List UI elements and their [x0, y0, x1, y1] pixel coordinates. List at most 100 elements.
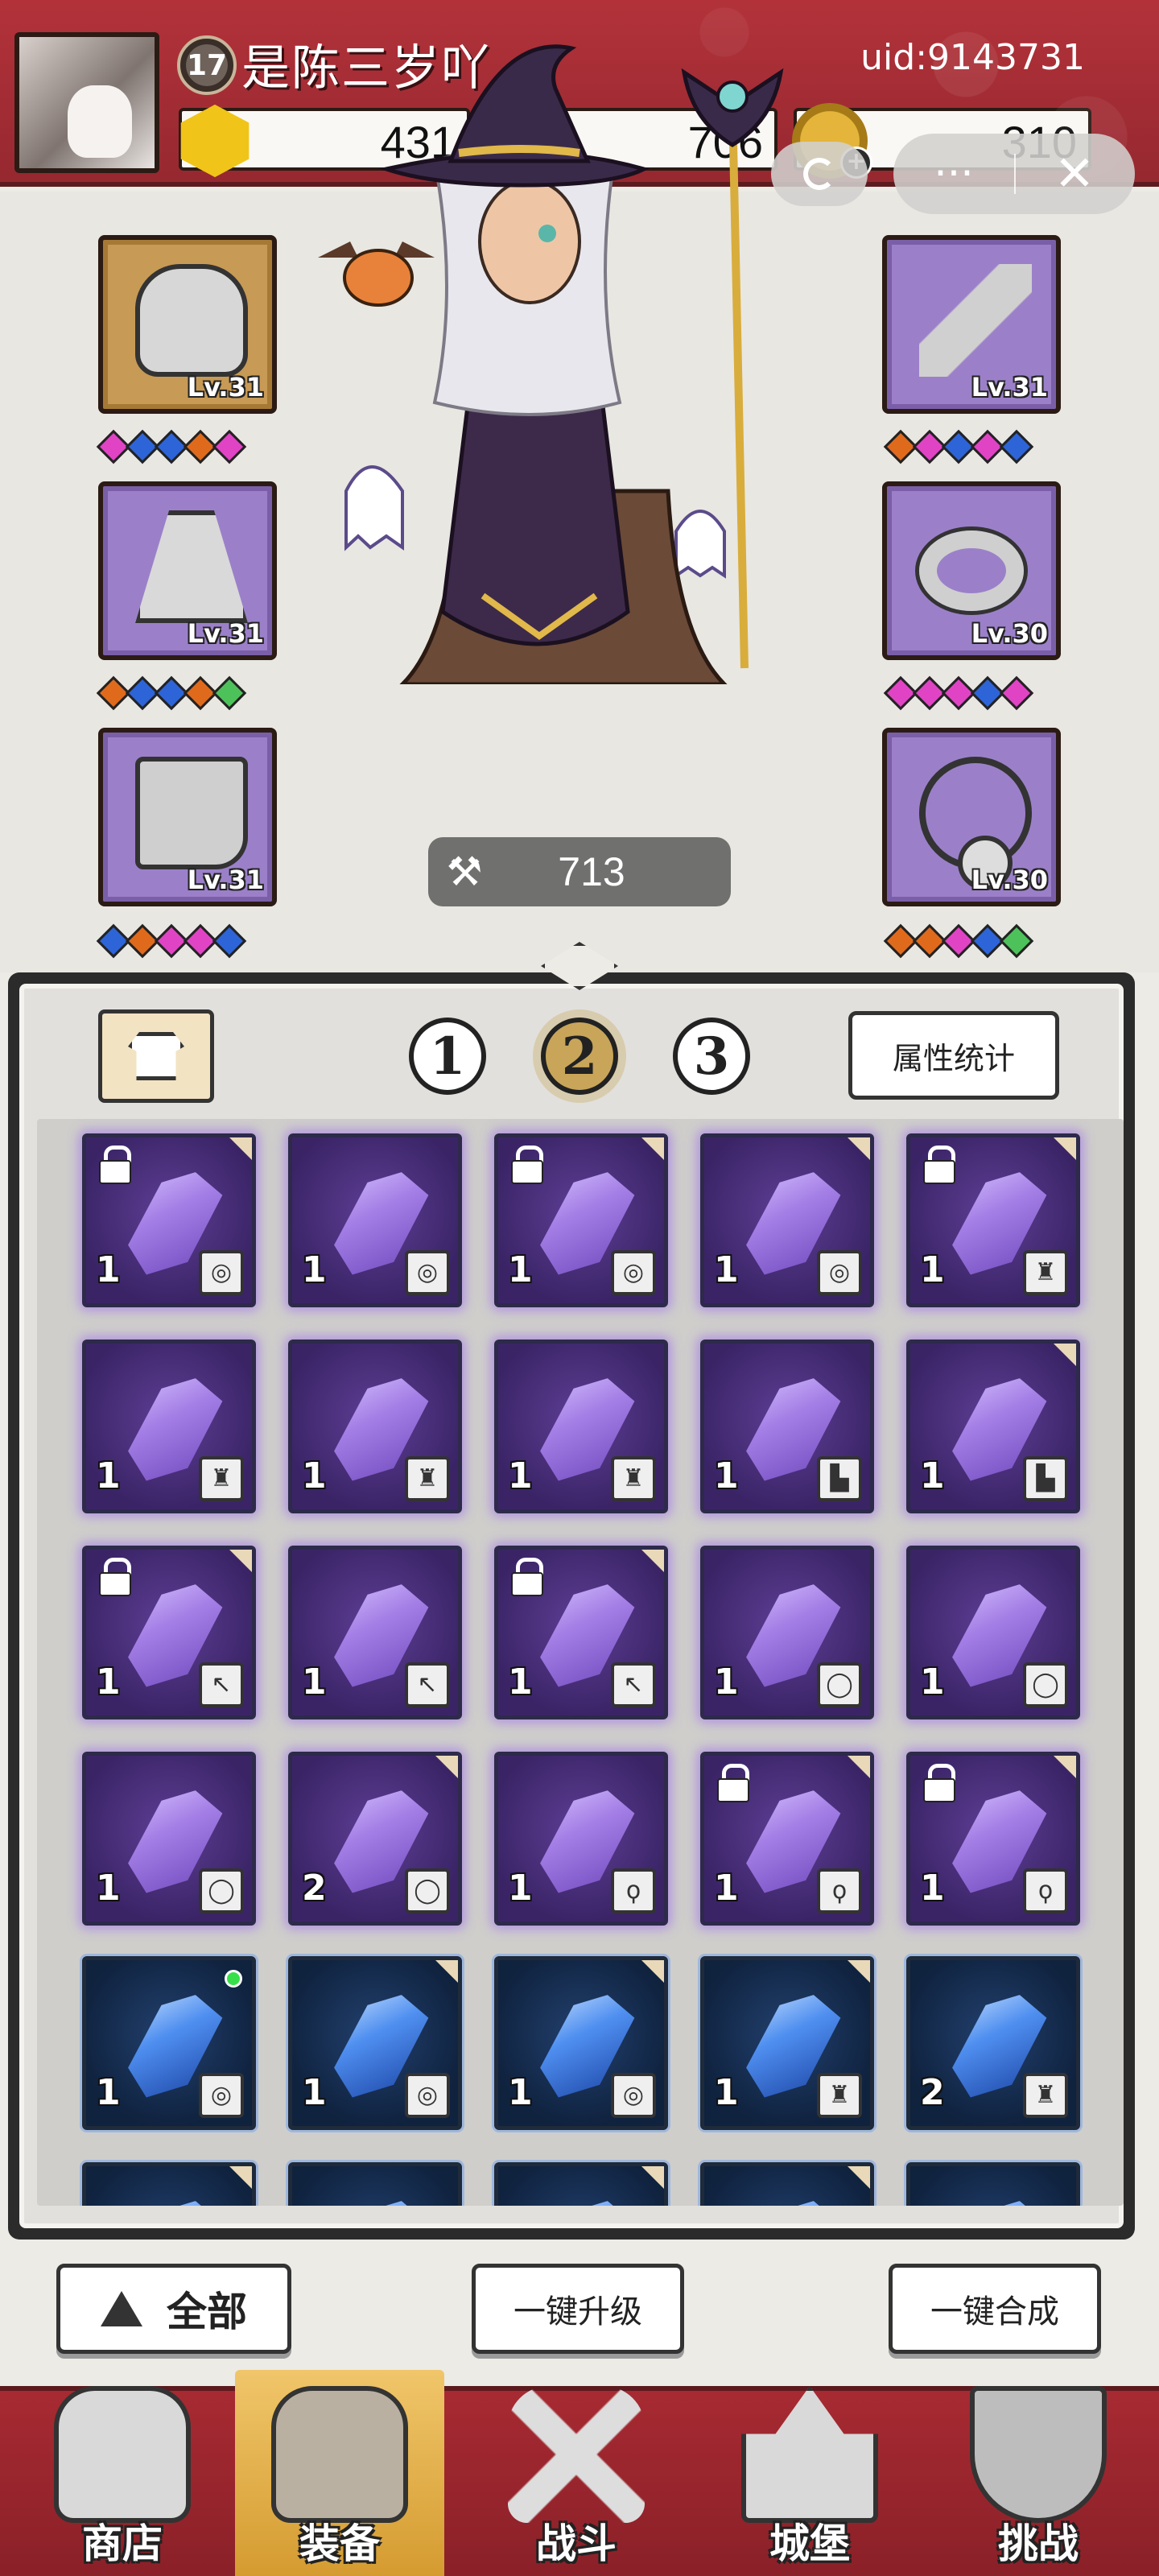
- inventory-cell[interactable]: 1 ♜: [82, 1340, 256, 1513]
- shirt-icon: [128, 1032, 184, 1080]
- equip-level: Lv.30: [971, 618, 1048, 649]
- lock-icon[interactable]: [716, 1764, 749, 1802]
- attribute-stats-button[interactable]: 属性统计: [848, 1011, 1059, 1100]
- helmet-icon: ◎: [611, 1250, 656, 1295]
- inventory-cell[interactable]: 1 ◎: [494, 1956, 668, 2130]
- nav-shop[interactable]: 商店: [18, 2370, 227, 2576]
- inventory-cell[interactable]: 1ϙ: [906, 1752, 1080, 1926]
- helmet-icon: ◎: [405, 1250, 450, 1295]
- page-tab-3[interactable]: 3: [673, 1018, 750, 1095]
- page-tab-2[interactable]: 2: [541, 1018, 618, 1095]
- nav-challenge[interactable]: 挑战: [934, 2370, 1143, 2576]
- close-icon[interactable]: ✕: [1016, 146, 1133, 202]
- more-menu-button[interactable]: ···: [893, 150, 1014, 198]
- lock-icon[interactable]: [922, 1764, 955, 1802]
- item-quantity: 1: [714, 2072, 739, 2113]
- cape-icon: ♜: [1023, 2073, 1068, 2118]
- equip-slot-necklace[interactable]: Lv.30: [882, 728, 1061, 906]
- corner-tab: [641, 1137, 664, 1160]
- appearance-button[interactable]: [98, 1009, 214, 1103]
- helmet-icon: ◎: [199, 2073, 244, 2118]
- inventory-cell[interactable]: [494, 2162, 668, 2206]
- necklace-icon: ϙ: [1023, 1868, 1068, 1913]
- equip-slot-boots[interactable]: Lv.31: [98, 728, 277, 906]
- page-tab-1[interactable]: 1: [409, 1018, 486, 1095]
- inventory-cell[interactable]: 1 ◎: [700, 1133, 874, 1307]
- item-quantity: 1: [508, 1249, 533, 1290]
- shield-icon: [970, 2386, 1107, 2523]
- cape-icon: [135, 510, 248, 623]
- crystal-icon: [732, 2186, 852, 2206]
- item-quantity: 1: [920, 1249, 945, 1290]
- inventory-cell[interactable]: 1 ◎: [82, 1133, 256, 1307]
- inventory-cell[interactable]: 1 ◯: [906, 1546, 1080, 1719]
- new-indicator: [225, 1970, 242, 1988]
- inventory-cell[interactable]: 1 ◎: [82, 1956, 256, 2130]
- lock-icon[interactable]: [509, 1146, 543, 1184]
- inventory-cell[interactable]: 2 ♜: [906, 1956, 1080, 2130]
- nav-equipment[interactable]: 装备: [235, 2370, 444, 2576]
- cape-icon: ♜: [1023, 1250, 1068, 1295]
- lock-icon[interactable]: [509, 1558, 543, 1596]
- item-quantity: 1: [96, 1662, 121, 1703]
- equip-slot-wand[interactable]: Lv.31: [882, 235, 1061, 414]
- corner-tab: [848, 2166, 870, 2189]
- nav-battle[interactable]: 战斗: [472, 2370, 681, 2576]
- equip-slot-helmet[interactable]: Lv.31: [98, 235, 277, 414]
- nav-label: 挑战: [998, 2520, 1079, 2567]
- ring-icon: ◯: [405, 1868, 450, 1913]
- inventory-cell[interactable]: 1 ◎: [288, 1956, 462, 2130]
- inventory-cell[interactable]: 1 ◎: [288, 1133, 462, 1307]
- wand-icon: [919, 264, 1032, 377]
- upgrade-all-button[interactable]: 一键升级: [472, 2264, 684, 2354]
- gem-socket: [212, 923, 247, 959]
- inventory-cell[interactable]: 1 ↖: [82, 1546, 256, 1719]
- inventory-cell[interactable]: 1 ◯: [82, 1752, 256, 1926]
- crystal-icon: [526, 2186, 645, 2206]
- necklace-icon: ϙ: [817, 1868, 862, 1913]
- inventory-cell[interactable]: 2 ◯: [288, 1752, 462, 1926]
- inventory-cell[interactable]: 1ϙ: [494, 1752, 668, 1926]
- corner-tab: [1054, 1756, 1076, 1778]
- equip-slot-cape[interactable]: Lv.31: [98, 481, 277, 660]
- crystal-icon: [320, 2186, 439, 2206]
- inventory-cell[interactable]: 1 ↖: [494, 1546, 668, 1719]
- corner-tab: [229, 1137, 252, 1160]
- inventory-cell[interactable]: 1 ◯: [700, 1546, 874, 1719]
- inventory-cell[interactable]: 1 ◎: [494, 1133, 668, 1307]
- ring-icon: ◯: [817, 1662, 862, 1707]
- inventory-cell[interactable]: 1 ▙: [906, 1340, 1080, 1513]
- gem-sockets-cape: [96, 675, 247, 711]
- inventory-cell[interactable]: 1 ♜: [494, 1340, 668, 1513]
- inventory-cell[interactable]: [82, 2162, 256, 2206]
- nav-label: 城堡: [769, 2520, 850, 2567]
- inventory-cell[interactable]: [906, 2162, 1080, 2206]
- nav-castle[interactable]: 城堡: [705, 2370, 914, 2576]
- gem-socket: [212, 675, 247, 711]
- merge-all-button[interactable]: 一键合成: [889, 2264, 1101, 2354]
- inventory-cell[interactable]: [700, 2162, 874, 2206]
- inventory-cell[interactable]: 1 ▙: [700, 1340, 874, 1513]
- item-quantity: 1: [302, 1455, 327, 1496]
- lock-icon[interactable]: [97, 1146, 131, 1184]
- inventory-cell[interactable]: 1ϙ: [700, 1752, 874, 1926]
- corner-tab: [848, 1137, 870, 1160]
- lock-icon[interactable]: [922, 1146, 955, 1184]
- helmet-icon: ◎: [817, 1250, 862, 1295]
- corner-tab: [229, 1550, 252, 1572]
- filter-all-button[interactable]: 全部: [56, 2264, 291, 2354]
- capsule-divider: [1014, 154, 1016, 194]
- item-quantity: 1: [714, 1249, 739, 1290]
- player-avatar[interactable]: [14, 32, 159, 173]
- gem-socket: [212, 429, 247, 464]
- inventory-cell[interactable]: [288, 2162, 462, 2206]
- equip-slot-ring[interactable]: Lv.30: [882, 481, 1061, 660]
- inventory-cell[interactable]: 1 ♜: [288, 1340, 462, 1513]
- inventory-cell[interactable]: 1 ↖: [288, 1546, 462, 1719]
- inventory-cell[interactable]: 1 ♜: [700, 1956, 874, 2130]
- mini-program-share-button[interactable]: [771, 142, 868, 206]
- inventory-cell[interactable]: 1 ♜: [906, 1133, 1080, 1307]
- nav-label: 商店: [82, 2520, 163, 2567]
- lock-icon[interactable]: [97, 1558, 131, 1596]
- necklace-icon: [919, 757, 1032, 890]
